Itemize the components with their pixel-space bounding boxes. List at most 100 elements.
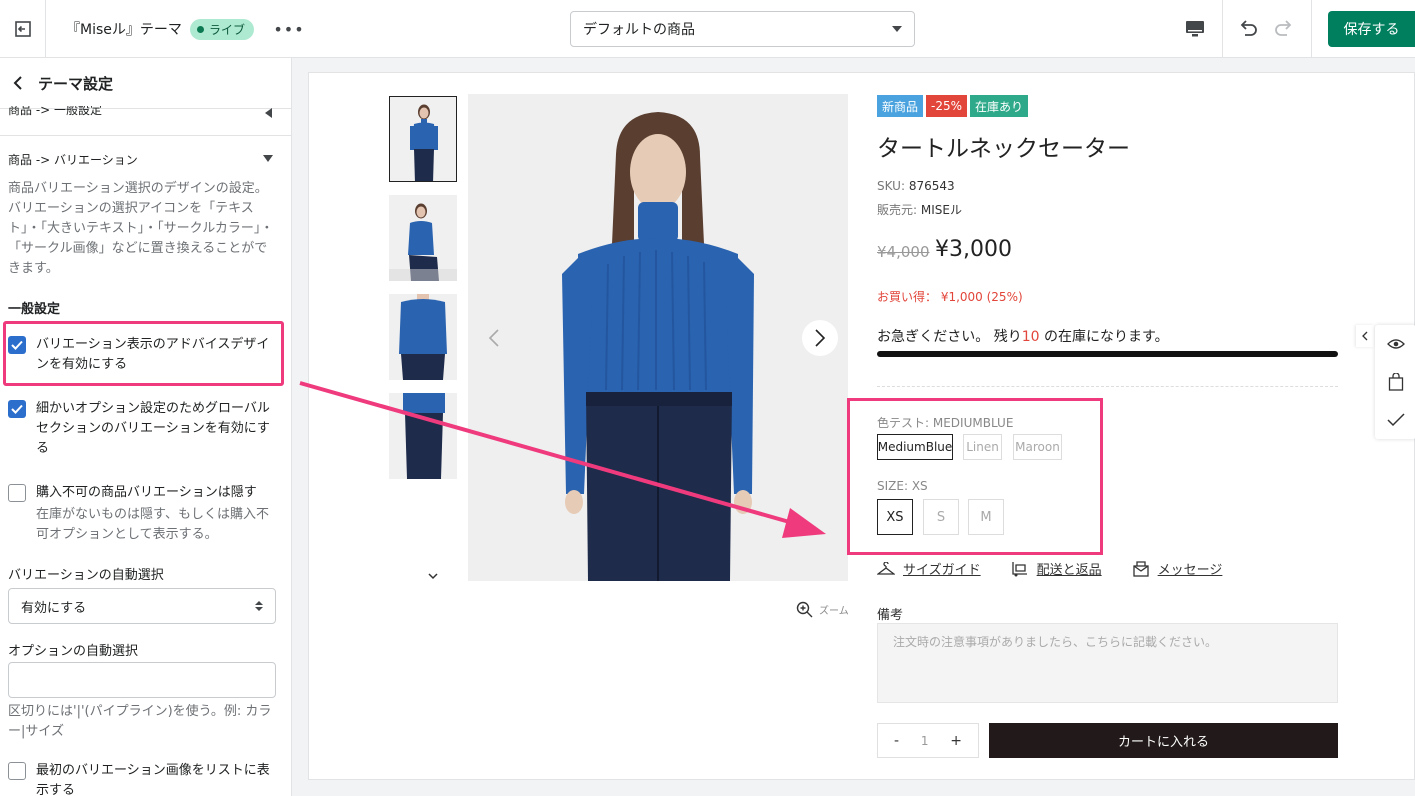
divider (877, 386, 1338, 387)
exit-editor-button[interactable] (0, 0, 46, 58)
collapse-left-icon (265, 108, 272, 118)
section-divider (0, 135, 291, 136)
product-thumbnail-image (389, 294, 457, 380)
image-next-button[interactable] (802, 320, 838, 356)
device-preview-button[interactable] (1178, 14, 1212, 44)
main-product-image[interactable] (468, 94, 848, 581)
undo-icon (1240, 20, 1257, 36)
chevron-left-small-icon (1362, 331, 1368, 341)
chevron-right-icon (815, 329, 826, 347)
eye-icon (1386, 339, 1405, 349)
redo-icon (1275, 20, 1292, 36)
option-auto-label: オプションの自動選択 (8, 644, 139, 659)
sku-label: SKU: (877, 179, 905, 193)
size-guide-link[interactable]: サイズガイド (877, 559, 981, 578)
top-bar: 『Miseル』テーマ ライブ ••• デフォルトの商品 保存する (0, 0, 1415, 58)
qty-value[interactable]: 1 (921, 734, 929, 748)
stock-urgency: お急ぎください。 残り10 の在庫になります。 (877, 326, 1169, 346)
checkbox-unchecked[interactable] (8, 762, 26, 780)
check-icon (11, 404, 23, 414)
checkbox-help-text: 在庫がないものは隠す、もしくは購入不可オプションとして表示する。 (36, 507, 269, 542)
stock-count: 10 (1021, 329, 1040, 345)
back-chevron-icon[interactable] (12, 76, 24, 90)
badge-in-stock: 在庫あり (970, 95, 1029, 117)
select-arrows-icon (255, 601, 263, 611)
option-auto-input[interactable] (8, 662, 276, 698)
toolbar-divider (1311, 0, 1312, 58)
expand-down-icon (263, 155, 273, 162)
quick-view-button[interactable] (1375, 329, 1415, 359)
redo-button[interactable] (1268, 14, 1300, 44)
stock-suffix: の在庫になります。 (1044, 329, 1169, 345)
product-photo (468, 94, 848, 581)
message-link[interactable]: メッセージ (1132, 559, 1222, 578)
thumbnail-4[interactable] (389, 393, 457, 479)
badge-new: 新商品 (877, 95, 924, 117)
product-title: タートルネックセーター (877, 136, 1130, 162)
theme-settings-sidebar: テーマ設定 商品 -> 一般設定 商品 -> バリエーション 商品バリエーション… (0, 58, 292, 796)
checkbox-unchecked[interactable] (8, 484, 26, 502)
highlight-box (3, 321, 284, 386)
product-thumbnail-image (390, 97, 456, 181)
zoom-in-icon (796, 601, 813, 618)
live-dot-icon (197, 26, 204, 33)
add-to-bag-button[interactable] (1375, 367, 1415, 397)
more-actions-button[interactable]: ••• (273, 17, 305, 41)
stock-prefix: お急ぎください。 残り (877, 329, 1022, 345)
stock-progress-bar (877, 351, 1338, 357)
desktop-icon (1186, 21, 1204, 37)
shipping-label: 配送と返品 (1036, 563, 1102, 578)
quantity-stepper[interactable]: - 1 + (877, 723, 979, 758)
floating-tools (1375, 325, 1415, 439)
chevron-left-icon (488, 329, 499, 347)
section-label: 商品 -> バリエーション (8, 153, 138, 167)
undo-button[interactable] (1232, 14, 1264, 44)
note-label: 備考 (877, 608, 904, 623)
highlight-box (847, 398, 1103, 555)
product-sku: SKU: 876543 (877, 179, 955, 193)
truck-icon (1011, 561, 1027, 576)
vendor-value: MISEル (920, 203, 962, 217)
compare-button[interactable] (1375, 405, 1415, 435)
checkbox-hide-unavailable[interactable]: 購入不可の商品バリエーションは隠す 在庫がないものは隠す、もしくは購入不可オプシ… (8, 483, 280, 545)
shopping-bag-icon (1388, 373, 1403, 391)
storefront-preview: ズーム 新商品 -25% 在庫あり タートルネックセーター SKU: 87654… (308, 72, 1415, 780)
sidebar-title: テーマ設定 (38, 74, 114, 93)
section-product-variation[interactable]: 商品 -> バリエーション (8, 151, 138, 168)
checkbox-checked[interactable] (8, 400, 26, 418)
thumbnail-2[interactable] (389, 195, 457, 281)
checkbox-first-variation-image[interactable]: 最初のバリエーション画像をリストに表示する (8, 761, 280, 796)
size-guide-label: サイズガイド (903, 563, 981, 578)
sku-value: 876543 (908, 179, 955, 193)
section-label: 商品 -> 一般設定 (8, 106, 103, 117)
sidebar-header: テーマ設定 (0, 58, 291, 109)
toolbar-divider (1222, 0, 1223, 58)
save-button[interactable]: 保存する (1328, 11, 1415, 47)
image-prev-button[interactable] (476, 320, 512, 356)
auto-select-label: バリエーションの自動選択 (8, 568, 164, 583)
checkbox-global-variation[interactable]: 細かいオプション設定のためグローバルセクションのバリエーションを有効にする (8, 399, 280, 459)
qty-minus-button[interactable]: - (894, 733, 899, 749)
thumbnails-down-chevron-icon[interactable] (428, 573, 438, 580)
product-links: サイズガイド 配送と返品 メッセージ (877, 559, 1222, 578)
page-select-value: デフォルトの商品 (583, 22, 695, 38)
add-to-cart-button[interactable]: カートに入れる (989, 723, 1338, 758)
tools-collapse-button[interactable] (1356, 325, 1374, 347)
zoom-button[interactable]: ズーム (796, 601, 849, 618)
product-badges: 新商品 -25% 在庫あり (877, 95, 1029, 117)
shipping-link[interactable]: 配送と返品 (1011, 559, 1102, 578)
section-description: 商品バリエーション選択のデザインの設定。バリエーションの選択アイコンを「テキスト… (8, 181, 274, 276)
product-vendor: 販売元: MISEル (877, 201, 962, 218)
qty-plus-button[interactable]: + (950, 733, 962, 749)
more-dots-icon: ••• (273, 19, 305, 39)
checkbox-label: 購入不可の商品バリエーションは隠す (36, 485, 257, 500)
general-settings-heading: 一般設定 (8, 302, 61, 317)
live-status-badge: ライブ (190, 19, 255, 40)
page-template-select[interactable]: デフォルトの商品 (570, 11, 915, 47)
section-product-general[interactable]: 商品 -> 一般設定 (8, 106, 283, 120)
auto-select-dropdown[interactable]: 有効にする (8, 588, 276, 624)
thumbnail-1[interactable] (389, 96, 457, 182)
thumbnail-3[interactable] (389, 294, 457, 380)
note-textarea[interactable]: 注文時の注意事項がありましたら、こちらに記載ください。 (877, 623, 1338, 703)
product-thumbnail-image (389, 393, 457, 479)
